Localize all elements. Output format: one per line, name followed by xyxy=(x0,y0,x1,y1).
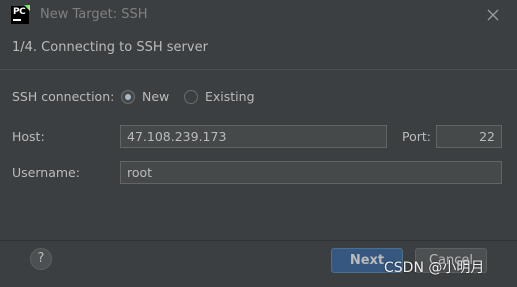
port-input[interactable] xyxy=(436,125,502,148)
logo-text: PC xyxy=(13,7,26,17)
watermark-text: CSDN @小明月 xyxy=(384,260,485,276)
radio-existing[interactable] xyxy=(184,90,198,104)
username-input[interactable] xyxy=(120,161,502,184)
radio-new[interactable] xyxy=(121,90,135,104)
new-target-ssh-dialog: PC New Target: SSH 1/4. Connecting to SS… xyxy=(0,0,517,287)
footer-divider xyxy=(0,240,517,241)
header-divider xyxy=(0,69,517,70)
host-input[interactable] xyxy=(120,125,387,148)
logo-bar xyxy=(13,19,21,21)
window-title: New Target: SSH xyxy=(40,7,148,22)
ssh-connection-label: SSH connection: xyxy=(12,89,115,104)
help-button[interactable]: ? xyxy=(30,248,52,270)
radio-existing-label[interactable]: Existing xyxy=(205,89,255,104)
pycharm-logo-icon: PC xyxy=(11,5,30,24)
step-title: 1/4. Connecting to SSH server xyxy=(12,40,208,55)
radio-new-label[interactable]: New xyxy=(142,89,169,104)
port-label: Port: xyxy=(402,129,431,144)
host-label: Host: xyxy=(12,129,45,144)
title-bar: PC New Target: SSH xyxy=(0,0,517,31)
username-label: Username: xyxy=(12,165,80,180)
close-icon[interactable] xyxy=(485,7,501,23)
